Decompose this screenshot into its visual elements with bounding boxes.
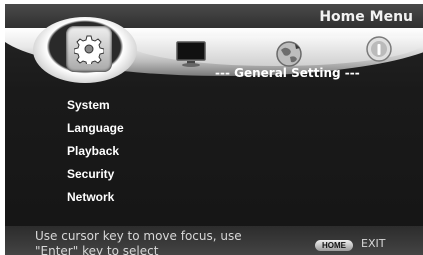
menu-title: Home Menu [319,9,413,25]
home-menu-screen: Home Menu --- General Setting --- System… [5,4,423,255]
help-hint-line-1: Use cursor key to move focus, use [35,229,242,243]
menu-item-security[interactable]: Security [67,163,124,186]
section-title: --- General Setting --- [215,66,360,80]
footer-bar: Use cursor key to move focus, use "Enter… [5,226,423,255]
tv-icon[interactable] [175,40,207,68]
menu-item-language[interactable]: Language [67,117,124,140]
exit-label: EXIT [361,237,386,250]
menu-item-playback[interactable]: Playback [67,140,124,163]
menu-item-network[interactable]: Network [67,186,124,209]
info-icon[interactable] [365,35,393,63]
globe-icon[interactable] [275,40,303,68]
home-key-badge: HOME [315,240,353,251]
settings-menu: System Language Playback Security Networ… [67,94,124,209]
help-hint-line-2: "Enter" key to select [35,244,159,255]
tab-general-setting[interactable] [66,26,112,72]
help-hint: Use cursor key to move focus, use "Enter… [35,229,242,255]
menu-item-system[interactable]: System [67,94,124,117]
gear-icon [74,35,104,64]
